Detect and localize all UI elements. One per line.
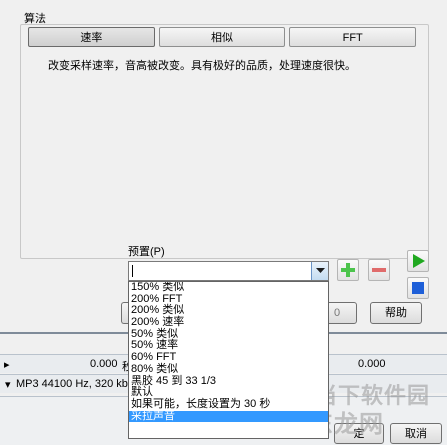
format-dropdown-icon[interactable]: ▾ [5,378,11,391]
preset-option[interactable]: 如果可能，长度设置为 30 秒 [129,398,328,411]
row1-right-value: 0.000 [358,358,386,370]
preset-option-selected[interactable]: 采拉声音 [129,410,328,423]
cancel-button[interactable]: 取消 [390,423,442,444]
ok-button[interactable]: 定 [334,423,384,444]
algorithm-description: 改变采样速率，音高被改变。具有极好的品质，处理速度很快。 [48,60,356,72]
plus-icon [341,263,355,277]
stop-button[interactable] [407,277,429,299]
remove-preset-button[interactable] [368,259,390,281]
row1-left-value: 0.000 [90,358,118,370]
minus-icon [372,268,386,272]
stretch-dialog: 算法 速率 相似 FFT 改变采样速率，音高被改变。具有极好的品质，处理速度很快… [0,0,447,445]
preset-combobox[interactable] [128,261,329,281]
tab-rate[interactable]: 速率 [28,27,155,47]
preset-option[interactable]: 80% 类似 [129,363,328,376]
arrow-icon: ▸ [4,359,10,371]
algorithm-label: 算法 [24,13,46,25]
text-caret [132,265,133,277]
play-button[interactable] [407,250,429,272]
algorithm-tabs: 速率 相似 FFT [28,27,417,47]
play-icon [413,254,425,268]
preset-option[interactable]: 150% 类似 [129,282,328,294]
help-button[interactable]: 帮助 [370,302,422,324]
preset-label: 预置(P) [128,246,165,258]
tab-similar[interactable]: 相似 [158,27,286,47]
preset-option[interactable]: 黑胶 45 到 33 1/3 [129,375,328,388]
stop-icon [412,282,424,294]
add-preset-button[interactable] [337,259,359,281]
chevron-down-icon[interactable] [311,262,328,280]
preset-option[interactable]: 200% 速率 [129,316,328,329]
preset-dropdown-list[interactable]: 150% 类似 200% FFT 200% 类似 200% 速率 50% 类似 … [128,281,329,439]
audio-format: MP3 44100 Hz, 320 kb [16,378,128,390]
tab-fft[interactable]: FFT [289,27,417,47]
